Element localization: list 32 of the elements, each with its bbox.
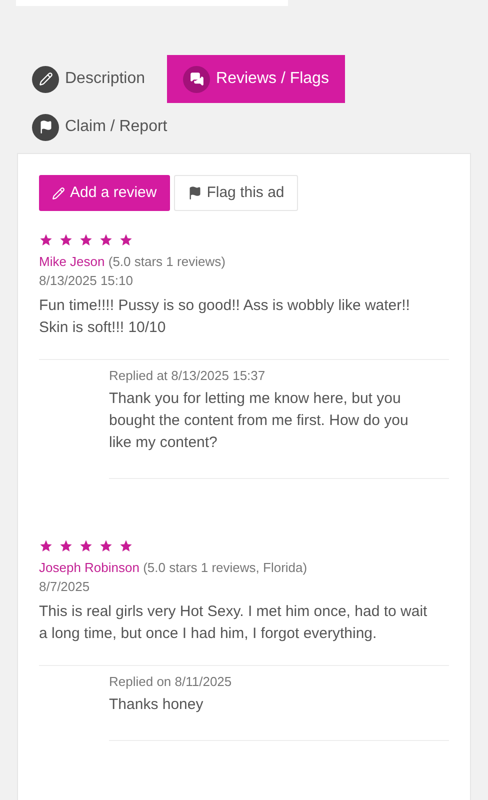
reviewer-link[interactable]: Joseph Robinson bbox=[39, 560, 140, 575]
reviewer-stats: (5.0 stars 1 reviews) bbox=[108, 254, 226, 269]
tab[interactable]: Claim / Report bbox=[32, 103, 186, 151]
star-icon bbox=[99, 233, 113, 247]
star-icon bbox=[119, 233, 133, 247]
star-icon bbox=[99, 539, 113, 553]
tab[interactable]: Description bbox=[32, 55, 164, 103]
add-review-button[interactable]: Add a review bbox=[39, 175, 170, 211]
review-text: Fun time!!!! Pussy is so good!! Ass is wobbly like water!! Skin is soft!!! 10/10 bbox=[39, 296, 411, 338]
reply-date: Replied on 8/11/2025 bbox=[109, 673, 233, 691]
star-icon bbox=[39, 539, 53, 553]
pencil-icon bbox=[52, 186, 65, 200]
star-icon bbox=[79, 539, 93, 553]
reviewer-link[interactable]: Mike Jeson bbox=[39, 254, 105, 269]
flag-icon bbox=[188, 186, 202, 200]
star-icon bbox=[79, 233, 93, 247]
reply-date: Replied at 8/13/2025 15:37 bbox=[109, 367, 266, 385]
reply-text: Thank you for letting me know here, but you bought the content from me first. How do you like my content? bbox=[109, 389, 410, 453]
reviewer-stats: (5.0 stars 1 reviews, Florida) bbox=[143, 560, 308, 575]
star-icon bbox=[39, 233, 53, 247]
flag-icon bbox=[32, 114, 59, 140]
reply-text: Thanks honey bbox=[109, 695, 204, 715]
pencil-icon bbox=[32, 66, 59, 92]
flag-button[interactable]: Flag this ad bbox=[174, 175, 298, 211]
star-icon bbox=[59, 539, 73, 553]
review-date: 8/7/2025 bbox=[39, 578, 91, 596]
review-text: This is real girls very Hot Sexy. I met him once, had to wait a long time, but once I had him, I forgot everything. bbox=[39, 602, 428, 644]
review-date: 8/13/2025 15:10 bbox=[39, 272, 134, 290]
star-icon bbox=[119, 539, 133, 553]
tab[interactable]: Reviews / Flags bbox=[167, 55, 345, 103]
comments-icon bbox=[183, 66, 210, 92]
star-icon bbox=[59, 233, 73, 247]
